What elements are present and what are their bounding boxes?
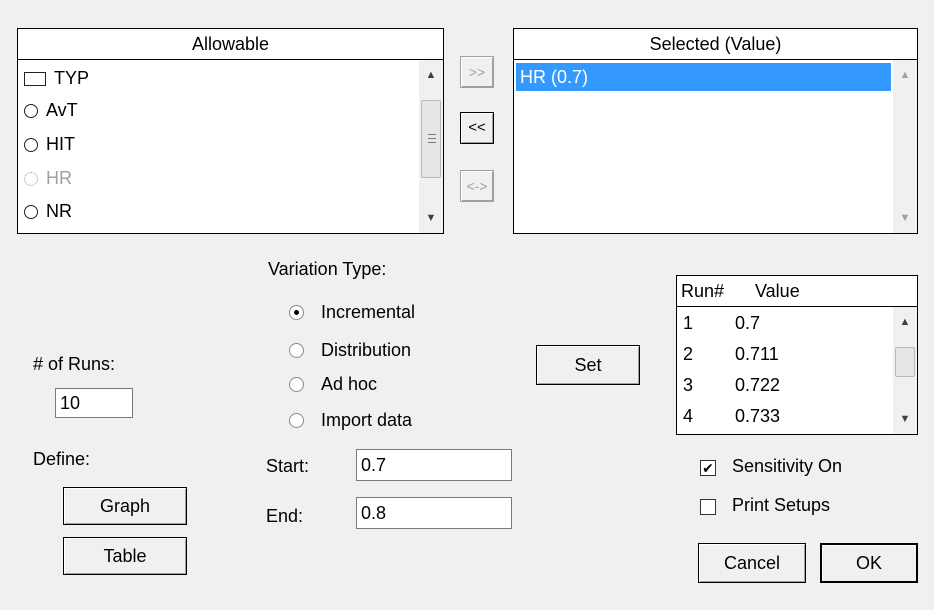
- scroll-thumb[interactable]: [895, 347, 915, 377]
- start-label: Start:: [266, 456, 310, 476]
- radio-button[interactable]: [289, 305, 304, 320]
- list-item-label: NR: [46, 201, 72, 221]
- radio-label: Import data: [321, 410, 413, 430]
- list-item-label: TYP: [54, 68, 90, 88]
- print-setups-label: Print Setups: [732, 495, 831, 515]
- variation-type-title: Variation Type:: [268, 259, 387, 279]
- list-item-label: HIT: [46, 134, 75, 154]
- run-table[interactable]: Run# Value 1 0.7 2 0.711 3 0.722 4 0.733…: [676, 275, 918, 435]
- list-item-avt[interactable]: AvT: [24, 95, 78, 125]
- circle-icon: [24, 104, 38, 119]
- circle-icon: [24, 205, 38, 220]
- allowable-list[interactable]: Allowable TYP AvT HIT HR NR ▲ ▼: [17, 28, 444, 234]
- run-value: 0.733: [735, 406, 781, 426]
- selected-list[interactable]: Selected (Value) HR (0.7) ▲ ▼: [513, 28, 918, 234]
- run-number: 1: [683, 313, 694, 333]
- scroll-down-arrow-icon[interactable]: ▼: [419, 207, 443, 229]
- allowable-scrollbar[interactable]: ▲ ▼: [419, 60, 443, 233]
- list-item-label: HR: [46, 168, 72, 188]
- scroll-up-arrow-icon[interactable]: ▲: [419, 64, 443, 86]
- radio-label: Incremental: [321, 302, 416, 322]
- end-input[interactable]: 0.8: [356, 497, 512, 529]
- scroll-down-arrow-icon: ▼: [899, 212, 911, 224]
- radio-button[interactable]: [289, 343, 304, 358]
- radio-label: Distribution: [321, 340, 412, 360]
- table-button[interactable]: Table: [63, 537, 187, 575]
- col-run-header: Run#: [681, 281, 725, 301]
- set-button[interactable]: Set: [536, 345, 640, 385]
- grip-icon: [428, 142, 436, 143]
- remove-button[interactable]: <<: [460, 112, 494, 144]
- radio-button[interactable]: [289, 413, 304, 428]
- run-number: 3: [683, 375, 694, 395]
- start-input[interactable]: 0.7: [356, 449, 512, 481]
- selected-item[interactable]: HR (0.7): [516, 63, 891, 91]
- run-number: 2: [683, 344, 694, 364]
- list-item-hit[interactable]: HIT: [24, 129, 75, 159]
- radio-button[interactable]: [289, 377, 304, 392]
- rectangle-icon: [24, 72, 46, 87]
- run-table-scrollbar[interactable]: ▲ ▼: [893, 307, 917, 434]
- run-value: 0.722: [735, 375, 781, 395]
- radio-label: Ad hoc: [321, 374, 378, 394]
- selected-scrollbar: ▲ ▼: [893, 60, 917, 233]
- ok-button[interactable]: OK: [820, 543, 918, 583]
- swap-button: <->: [460, 170, 494, 202]
- end-label: End:: [266, 506, 304, 526]
- run-value: 0.711: [735, 344, 779, 364]
- graph-button[interactable]: Graph: [63, 487, 187, 525]
- grip-icon: [428, 138, 436, 139]
- run-number: 4: [683, 406, 694, 426]
- grip-icon: [428, 134, 436, 135]
- circle-icon: [24, 138, 38, 153]
- scroll-thumb[interactable]: [421, 100, 441, 178]
- runs-label: # of Runs:: [33, 354, 116, 374]
- add-button: >>: [460, 56, 494, 88]
- run-value: 0.7: [735, 313, 761, 333]
- define-label: Define:: [33, 449, 91, 469]
- selected-header: Selected (Value): [514, 29, 917, 60]
- list-item-nr[interactable]: NR: [24, 196, 72, 226]
- scroll-up-arrow-icon[interactable]: ▲: [893, 311, 917, 333]
- sensitivity-checkbox[interactable]: ✔: [700, 460, 716, 476]
- scroll-down-arrow-icon[interactable]: ▼: [893, 408, 917, 430]
- col-value-header: Value: [755, 281, 800, 301]
- runs-input[interactable]: 10: [55, 388, 133, 418]
- cancel-button[interactable]: Cancel: [698, 543, 806, 583]
- sensitivity-label: Sensitivity On: [732, 456, 843, 476]
- scroll-up-arrow-icon: ▲: [899, 69, 911, 81]
- print-setups-checkbox[interactable]: [700, 499, 716, 515]
- run-table-header: Run# Value: [677, 276, 917, 307]
- list-item-hr: HR: [24, 163, 72, 193]
- list-item-typ[interactable]: TYP: [24, 63, 89, 93]
- circle-icon: [24, 172, 38, 187]
- list-item-label: AvT: [46, 100, 78, 120]
- allowable-header: Allowable: [18, 29, 443, 60]
